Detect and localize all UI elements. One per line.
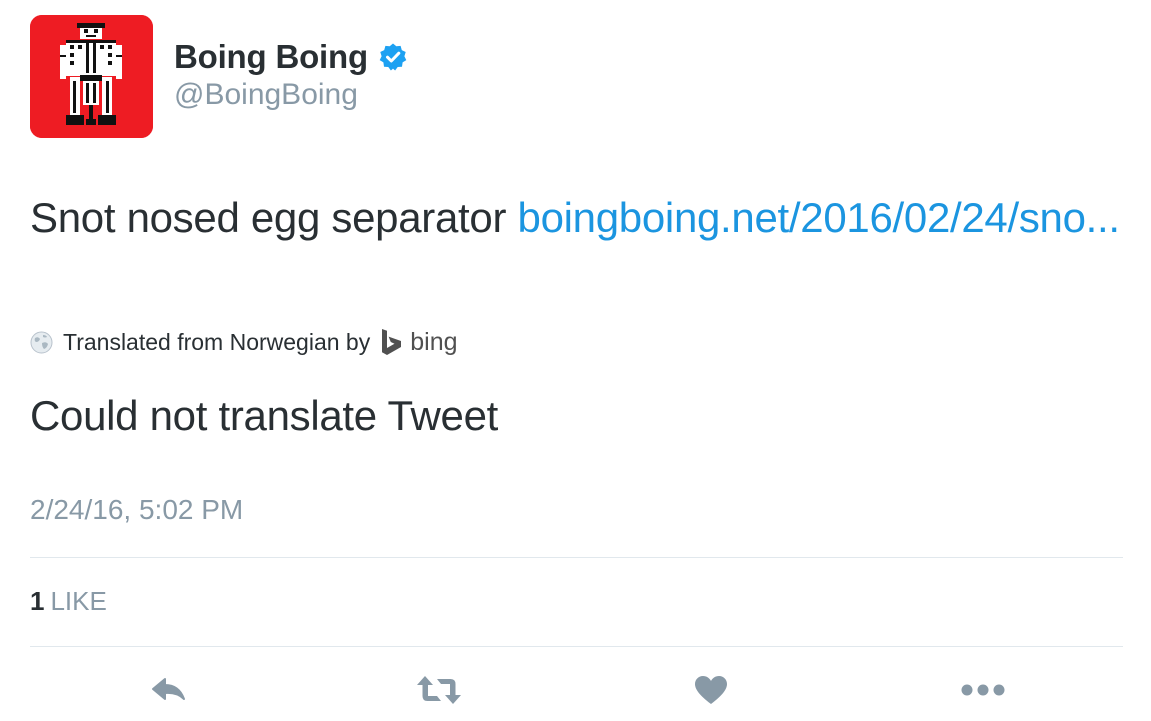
more-dots-icon bbox=[961, 684, 1005, 696]
likes-label: LIKE bbox=[50, 586, 107, 616]
tweet-link[interactable]: boingboing.net/2016/02/24/sno... bbox=[518, 194, 1121, 241]
globe-icon bbox=[30, 331, 53, 354]
like-button[interactable] bbox=[693, 670, 729, 710]
avatar[interactable] bbox=[30, 15, 153, 138]
likes-count: 1 bbox=[30, 586, 45, 616]
bing-logo[interactable]: bing bbox=[380, 327, 458, 357]
tweet-timestamp[interactable]: 2/24/16, 5:02 PM bbox=[30, 494, 243, 526]
divider bbox=[30, 557, 1123, 558]
more-button[interactable] bbox=[958, 670, 1008, 710]
author-display-name[interactable]: Boing Boing bbox=[174, 38, 368, 76]
author-name-row: Boing Boing bbox=[174, 36, 408, 78]
bing-wordmark: bing bbox=[410, 327, 458, 356]
likes-stat[interactable]: 1 LIKE bbox=[30, 586, 107, 617]
boingboing-jackhammer-logo-icon bbox=[30, 15, 153, 138]
bing-b-icon bbox=[382, 329, 402, 355]
translation-result: Could not translate Tweet bbox=[30, 392, 499, 439]
divider bbox=[30, 646, 1123, 647]
tweet-detail: Boing Boing @BoingBoing Snot nosed egg s… bbox=[0, 0, 1151, 721]
heart-icon bbox=[695, 676, 727, 704]
author-handle[interactable]: @BoingBoing bbox=[174, 78, 358, 112]
reply-button[interactable] bbox=[148, 670, 190, 710]
reply-icon bbox=[152, 678, 185, 700]
tweet-body: Snot nosed egg separator bbox=[30, 194, 518, 241]
retweet-icon bbox=[417, 676, 461, 704]
retweet-button[interactable] bbox=[415, 670, 463, 710]
tweet-text: Snot nosed egg separator boingboing.net/… bbox=[30, 186, 1120, 249]
translation-attribution: Translated from Norwegian by bing bbox=[30, 324, 458, 360]
translation-label: Translated from Norwegian by bbox=[63, 328, 371, 355]
verified-badge-icon bbox=[378, 42, 408, 72]
